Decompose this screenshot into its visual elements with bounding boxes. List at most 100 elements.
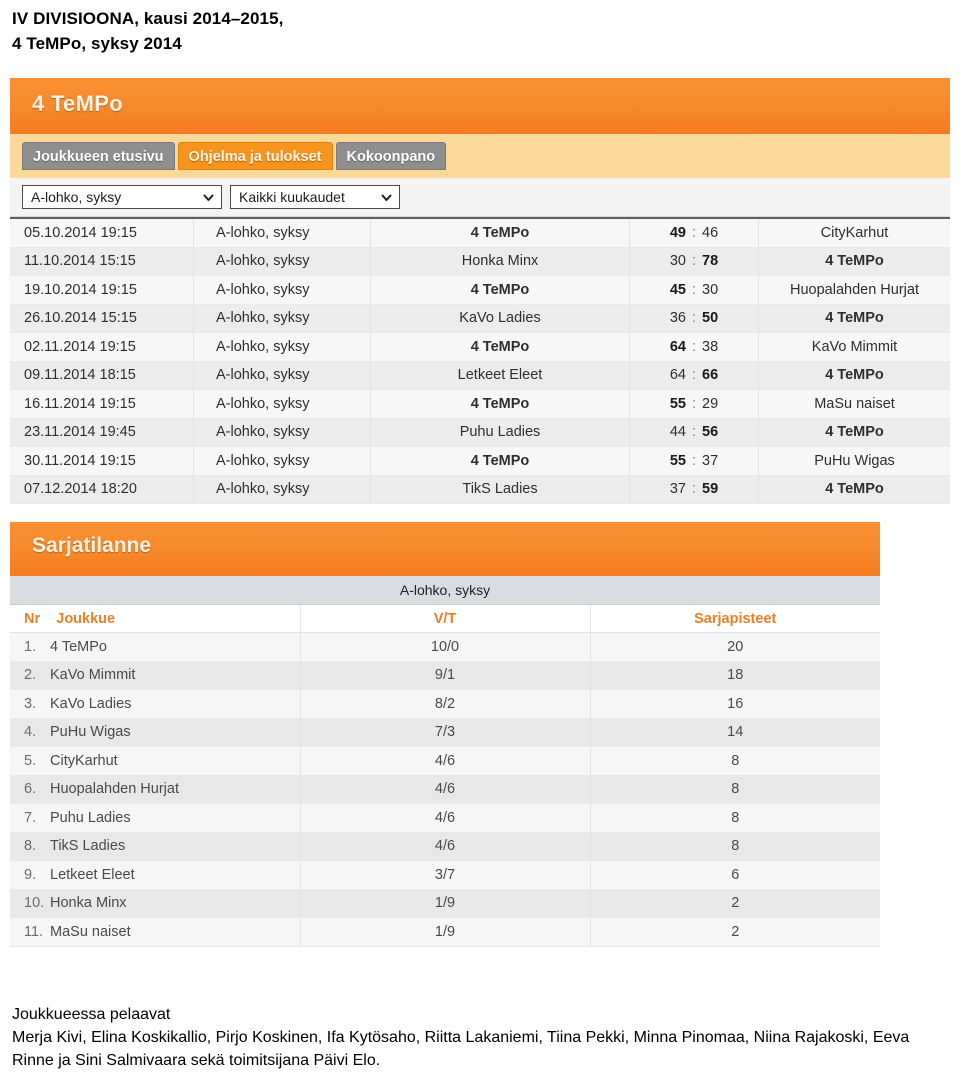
club-banner-title: 4 TeMPo xyxy=(32,91,123,116)
match-row[interactable]: 26.10.2014 15:15 A-lohko, syksy KaVo Ladie… xyxy=(10,304,950,333)
match-score-separator: : xyxy=(687,452,701,469)
standings-points: 2 xyxy=(589,889,880,918)
match-score-home: 64 xyxy=(669,367,686,384)
month-select-value: Kaikki kuukaudet xyxy=(239,189,345,205)
match-row[interactable]: 23.11.2014 19:45 A-lohko, syksy Puhu Ladie… xyxy=(10,418,950,447)
club-banner: 4 TeMPo xyxy=(10,78,950,134)
match-row[interactable]: 11.10.2014 15:15 A-lohko, syksy Honka Minx… xyxy=(10,247,950,276)
standings-row[interactable]: 8. TikS Ladies 4/6 8 xyxy=(10,832,880,861)
standings-row[interactable]: 11. MaSu naiset 1/9 2 xyxy=(10,917,880,947)
match-row[interactable]: 09.11.2014 18:15 A-lohko, syksy Letkeet El… xyxy=(10,361,950,390)
tab-ohjelma-ja-tulokset[interactable]: Ohjelma ja tulokset xyxy=(177,142,333,170)
match-score: 45 : 30 xyxy=(629,275,759,305)
standings-row[interactable]: 5. CityKarhut 4/6 8 xyxy=(10,746,880,776)
match-row[interactable]: 05.10.2014 19:15 A-lohko, syksy 4 TeMPo 49 … xyxy=(10,218,950,248)
match-score: 37 : 59 xyxy=(629,475,759,504)
match-row[interactable]: 16.11.2014 19:15 A-lohko, syksy 4 TeMPo 55 … xyxy=(10,389,950,419)
match-group: A-lohko, syksy xyxy=(193,475,371,504)
standings-wins-losses: 10/0 xyxy=(299,632,590,662)
column-header-team-label: Joukkue xyxy=(56,610,116,627)
match-datetime: 09.11.2014 18:15 xyxy=(10,361,194,390)
standings-team-cell: 10. Honka Minx xyxy=(10,889,300,918)
match-score-separator: : xyxy=(687,310,701,327)
standings-team-name: Huopalahden Hurjat xyxy=(50,781,179,798)
standings-team-name: Puhu Ladies xyxy=(50,809,131,826)
match-datetime: 07.12.2014 18:20 xyxy=(10,475,194,504)
standings-row[interactable]: 7. Puhu Ladies 4/6 8 xyxy=(10,803,880,833)
match-group: A-lohko, syksy xyxy=(193,275,371,305)
match-group: A-lohko, syksy xyxy=(193,446,371,476)
standings-wins-losses: 4/6 xyxy=(299,746,590,776)
match-datetime: 19.10.2014 19:15 xyxy=(10,275,194,305)
match-score-away: 66 xyxy=(702,367,719,384)
column-header-nr-label: Nr xyxy=(24,610,41,627)
standings-points: 8 xyxy=(589,775,880,804)
standings-points: 8 xyxy=(589,832,880,861)
standings-wins-losses: 4/6 xyxy=(299,803,590,833)
match-home-team: KaVo Ladies xyxy=(370,304,630,333)
standings-rank: 10. xyxy=(24,895,45,912)
match-datetime: 02.11.2014 19:15 xyxy=(10,332,194,362)
match-score-away: 56 xyxy=(702,424,719,441)
match-score-separator: : xyxy=(687,424,701,441)
month-select[interactable]: Kaikki kuukaudet xyxy=(230,185,400,209)
match-score: 30 : 78 xyxy=(629,247,759,276)
match-row[interactable]: 30.11.2014 19:15 A-lohko, syksy 4 TeMPo 55 … xyxy=(10,446,950,476)
match-score-away: 37 xyxy=(702,452,719,469)
match-score: 55 : 29 xyxy=(629,389,759,419)
chevron-down-icon xyxy=(202,191,215,204)
standings-row[interactable]: 6. Huopalahden Hurjat 4/6 8 xyxy=(10,775,880,804)
match-score-separator: : xyxy=(687,281,701,298)
standings-row[interactable]: 1. 4 TeMPo 10/0 20 xyxy=(10,632,880,662)
match-group: A-lohko, syksy xyxy=(193,304,371,333)
standings-team-cell: 9. Letkeet Eleet xyxy=(10,860,300,890)
match-score-home: 49 xyxy=(669,224,686,241)
match-away-team: PuHu Wigas xyxy=(758,446,950,476)
standings-row[interactable]: 3. KaVo Ladies 8/2 16 xyxy=(10,689,880,719)
match-group: A-lohko, syksy xyxy=(193,389,371,419)
standings-rank: 1. xyxy=(24,638,37,655)
match-score: 64 : 66 xyxy=(629,361,759,390)
standings-row[interactable]: 4. PuHu Wigas 7/3 14 xyxy=(10,718,880,747)
standings-header-row: Nr Joukkue V/T Sarjapisteet xyxy=(10,604,880,633)
standings-team-cell: 1. 4 TeMPo xyxy=(10,632,300,662)
standings-team-cell: 4. PuHu Wigas xyxy=(10,718,300,747)
match-score-separator: : xyxy=(687,338,701,355)
match-score-separator: : xyxy=(687,224,701,241)
match-datetime: 23.11.2014 19:45 xyxy=(10,418,194,447)
standings-wins-losses: 7/3 xyxy=(299,718,590,747)
roster-note-players: Merja Kivi, Elina Koskikallio, Pirjo Kos… xyxy=(12,1029,910,1069)
standings-rank: 5. xyxy=(24,752,37,769)
standings-points: 20 xyxy=(589,632,880,662)
match-row[interactable]: 19.10.2014 19:15 A-lohko, syksy 4 TeMPo 45 … xyxy=(10,275,950,305)
standings-wins-losses: 8/2 xyxy=(299,689,590,719)
tab-kokoonpano[interactable]: Kokoonpano xyxy=(335,142,447,170)
tab-joukkueen-etusivu[interactable]: Joukkueen etusivu xyxy=(22,142,175,170)
standings-row[interactable]: 2. KaVo Mimmit 9/1 18 xyxy=(10,661,880,690)
match-score: 64 : 38 xyxy=(629,332,759,362)
standings-wins-losses: 1/9 xyxy=(299,917,590,947)
match-score-away: 46 xyxy=(702,224,719,241)
standings-row[interactable]: 9. Letkeet Eleet 3/7 6 xyxy=(10,860,880,890)
match-row[interactable]: 02.11.2014 19:15 A-lohko, syksy 4 TeMPo 64 … xyxy=(10,332,950,362)
standings-points: 14 xyxy=(589,718,880,747)
match-score: 36 : 50 xyxy=(629,304,759,333)
standings-group-label: A-lohko, syksy xyxy=(10,576,880,605)
match-score-home: 55 xyxy=(669,395,686,412)
standings-team-name: CityKarhut xyxy=(50,752,118,769)
standings-rank: 11. xyxy=(24,923,44,940)
standings-team-name: MaSu naiset xyxy=(50,923,131,940)
group-select[interactable]: A-lohko, syksy xyxy=(22,185,222,209)
match-score-home: 44 xyxy=(669,424,686,441)
standings-rank: 9. xyxy=(24,866,37,883)
standings-team-name: Letkeet Eleet xyxy=(50,866,135,883)
match-score-away: 30 xyxy=(702,281,719,298)
match-home-team: TikS Ladies xyxy=(370,475,630,504)
standings-team-cell: 11. MaSu naiset xyxy=(10,917,300,947)
standings-banner: Sarjatilanne xyxy=(10,522,880,576)
page-title-line-2: 4 TeMPo, syksy 2014 xyxy=(12,34,182,53)
match-group: A-lohko, syksy xyxy=(193,361,371,390)
match-row[interactable]: 07.12.2014 18:20 A-lohko, syksy TikS Ladie… xyxy=(10,475,950,504)
match-datetime: 11.10.2014 15:15 xyxy=(10,247,194,276)
standings-row[interactable]: 10. Honka Minx 1/9 2 xyxy=(10,889,880,918)
